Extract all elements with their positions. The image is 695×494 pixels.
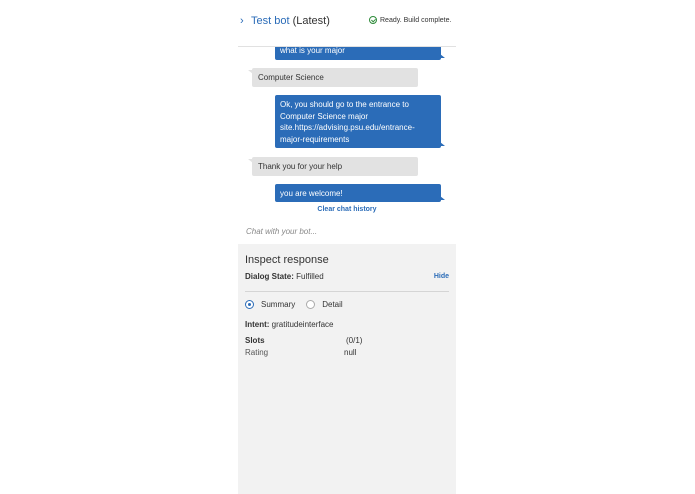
user-message: Computer Science (248, 68, 418, 87)
build-status: Ready. Build complete. (369, 16, 451, 24)
user-message: Thank you for your help (248, 157, 418, 176)
slot-name: Rating (245, 348, 269, 357)
slot-value: null (344, 348, 357, 357)
intent: Intent: gratitudeinterface (245, 320, 334, 329)
summary-radio-label[interactable]: Summary (261, 300, 295, 309)
inspect-response-panel: Inspect response Dialog State: Fulfilled… (238, 244, 456, 494)
intent-label: Intent: (245, 320, 270, 329)
check-circle-icon (369, 16, 377, 24)
divider (245, 291, 449, 292)
test-bot-panel: › Test bot (Latest) Ready. Build complet… (238, 0, 456, 494)
summary-radio[interactable] (245, 300, 254, 309)
dialog-state: Dialog State: Fulfilled (245, 272, 324, 281)
panel-title-version: (Latest) (292, 15, 330, 27)
detail-radio[interactable] (306, 300, 316, 309)
detail-radio-label[interactable]: Detail (322, 300, 342, 309)
inspect-response-title: Inspect response (245, 254, 329, 266)
view-toggle: Summary Detail (245, 300, 354, 309)
bot-message: what is your major (275, 47, 445, 60)
chat-history[interactable]: what is your major Computer Science Ok, … (238, 47, 456, 217)
slots-count: (0/1) (346, 336, 363, 345)
chat-input[interactable] (246, 225, 446, 237)
slots-heading: Slots (245, 336, 265, 345)
dialog-state-label: Dialog State: (245, 272, 294, 281)
build-status-text: Ready. Build complete. (380, 16, 452, 24)
bot-message: you are welcome! (275, 184, 445, 202)
intent-value: gratitudeinterface (271, 320, 334, 329)
dialog-state-value: Fulfilled (296, 272, 324, 281)
bot-message: Ok, you should go to the entrance to Com… (275, 95, 445, 148)
panel-title-text: Test bot (251, 15, 290, 27)
hide-button[interactable]: Hide (434, 273, 449, 280)
chevron-right-icon[interactable]: › (240, 15, 244, 27)
panel-title[interactable]: Test bot (Latest) (251, 15, 330, 27)
test-bot-header: › Test bot (Latest) Ready. Build complet… (238, 0, 456, 47)
clear-chat-history-link[interactable]: Clear chat history (238, 206, 456, 213)
